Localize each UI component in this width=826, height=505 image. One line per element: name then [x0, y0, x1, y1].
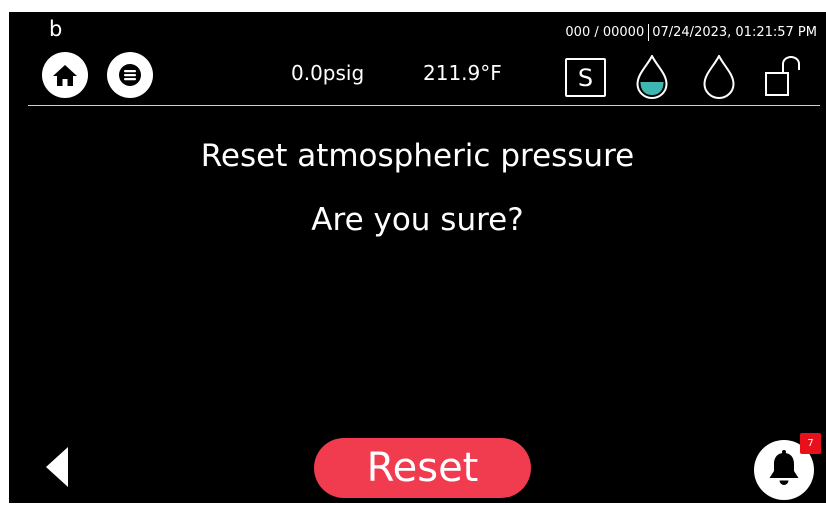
status-bar: 000 / 00000 07/24/2023, 01:21:57 PM [565, 24, 817, 41]
home-button[interactable] [42, 52, 88, 98]
menu-icon [119, 64, 141, 86]
water-drop-outline-icon [703, 53, 735, 99]
water-status-button[interactable] [703, 53, 735, 103]
mode-s-button[interactable]: S [565, 58, 606, 97]
lock-button[interactable] [765, 56, 805, 102]
datetime: 07/24/2023, 01:21:57 PM [652, 25, 817, 40]
dialog-question: Are you sure? [311, 202, 524, 238]
reset-button[interactable]: Reset [314, 438, 531, 498]
back-arrow-icon [46, 447, 68, 487]
notification-count-badge: 7 [800, 433, 821, 454]
pressure-readout: 0.0psig [291, 61, 365, 85]
home-icon [53, 65, 77, 86]
header-divider [28, 105, 820, 106]
cycle-counter: 000 / 00000 [565, 25, 645, 40]
temperature-readout: 211.9°F [423, 61, 502, 85]
dialog-title: Reset atmospheric pressure [200, 138, 635, 174]
screen: b 000 / 00000 07/24/2023, 01:21:57 PM 0.0… [9, 12, 826, 503]
status-divider [648, 24, 650, 41]
unlocked-padlock-icon [765, 56, 800, 96]
water-level-button[interactable] [636, 53, 668, 103]
menu-button[interactable] [107, 52, 153, 98]
water-drop-filled-icon [636, 53, 668, 99]
back-button[interactable] [43, 445, 71, 493]
user-initial: b [49, 17, 63, 41]
